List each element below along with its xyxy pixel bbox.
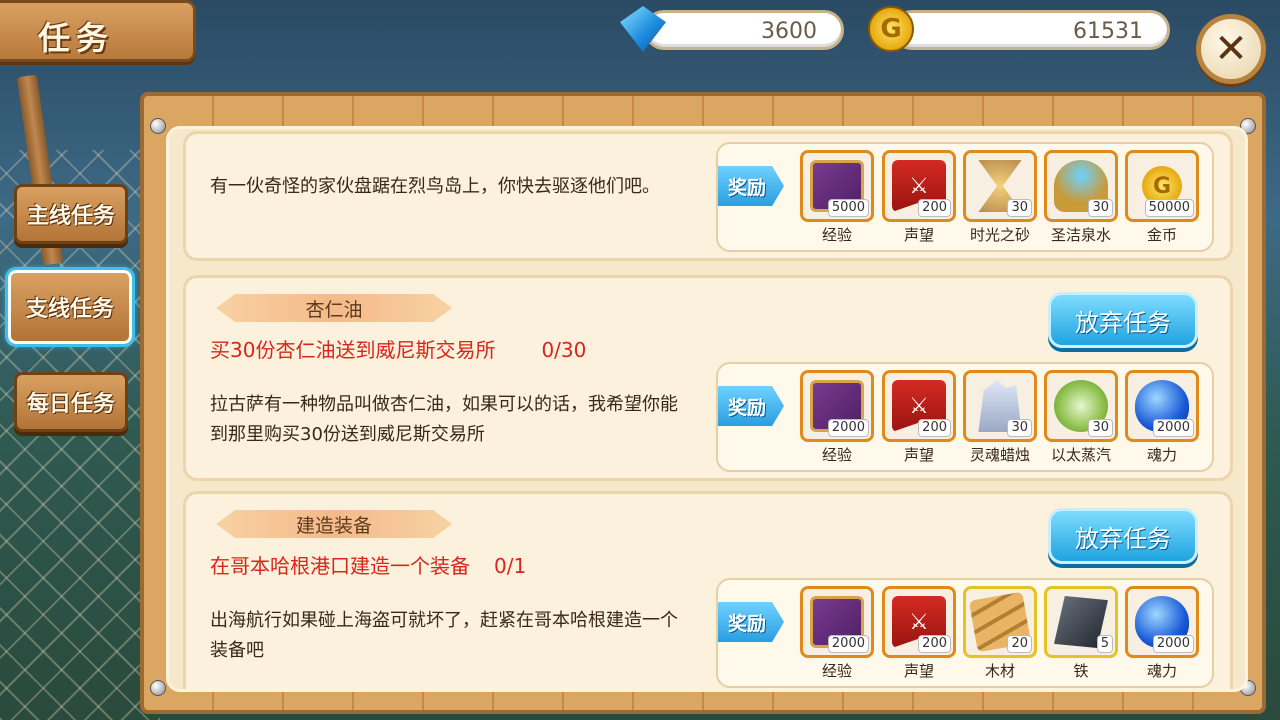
reward-item[interactable]: 5铁: [1044, 586, 1118, 681]
reward-name: 声望: [903, 662, 934, 680]
quest-description: 有一伙奇怪的家伙盘踞在烈鸟岛上，你快去驱逐他们吧。: [210, 176, 660, 197]
reward-name: 圣洁泉水: [1050, 226, 1111, 244]
reward-qty: 30: [1088, 419, 1113, 437]
quest-name: 建造装备: [295, 514, 372, 537]
reward-item[interactable]: ⚔ 200 声望: [882, 370, 956, 465]
gem-counter: 3600: [644, 10, 844, 50]
quest-objective-line: 在哥本哈根港口建造一个装备 0/1: [210, 550, 526, 579]
reward-label: 奖励: [727, 176, 766, 199]
reward-qty: 5: [1096, 635, 1113, 653]
reward-item[interactable]: 2000 魂力: [1125, 586, 1199, 681]
reward-tag: 奖励: [718, 602, 784, 642]
reward-item[interactable]: 2000 经验: [800, 370, 874, 465]
gem-amount: 3600: [761, 19, 817, 44]
page-title: 任务: [38, 19, 115, 57]
abandon-quest-button[interactable]: 放弃任务: [1048, 292, 1198, 348]
quest-panel-frame: 有一伙奇怪的家伙盘踞在烈鸟岛上，你快去驱逐他们吧。 奖励 5000 经验 ⚔ 200…: [140, 92, 1266, 714]
reward-item[interactable]: 30 时光之砂: [963, 150, 1037, 245]
close-button[interactable]: ✕: [1196, 14, 1266, 84]
reward-qty: 30: [1007, 419, 1032, 437]
reward-label: 奖励: [727, 612, 766, 635]
reward-qty: 200: [918, 419, 951, 437]
reward-qty: 2000: [1152, 419, 1194, 437]
reward-item[interactable]: 30 圣洁泉水: [1044, 150, 1118, 245]
quest-list[interactable]: 有一伙奇怪的家伙盘踞在烈鸟岛上，你快去驱逐他们吧。 奖励 5000 经验 ⚔ 200…: [166, 126, 1248, 692]
reward-name: 魂力: [1146, 446, 1177, 464]
reward-item[interactable]: ⚔ 200 声望: [882, 150, 956, 245]
reward-item[interactable]: 2000 经验: [800, 586, 874, 681]
quest-objective: 在哥本哈根港口建造一个装备: [210, 554, 470, 578]
reward-box: 奖励 2000 经验 ⚔ 200 声望 30 灵魂蜡烛 30 以太蒸汽 2000 魂力: [716, 362, 1214, 472]
reward-box: 奖励 5000 经验 ⚔ 200 声望 30 时光之砂 30 圣洁泉水 G 50000 金币: [716, 142, 1214, 252]
gold-counter: 61531: [892, 10, 1170, 50]
abandon-quest-button[interactable]: 放弃任务: [1048, 508, 1198, 564]
quest-name-ribbon: 建造装备: [216, 510, 452, 538]
reward-name: 经验: [821, 226, 852, 244]
tab-label: 每日任务: [26, 392, 115, 417]
reward-name: 金币: [1146, 226, 1177, 244]
reward-qty: 5000: [827, 199, 869, 217]
reward-qty: 50000: [1144, 199, 1194, 217]
reward-tag: 奖励: [718, 386, 784, 426]
rivet-decoration: [150, 118, 166, 134]
reward-name: 声望: [903, 446, 934, 464]
reward-item[interactable]: 5000 经验: [800, 150, 874, 245]
quest-card: 杏仁油 买30份杏仁油送到威尼斯交易所 0/30 放弃任务 拉古萨有一种物品叫做杏…: [183, 275, 1233, 481]
tab-daily-quests[interactable]: 每日任务: [14, 372, 128, 432]
quest-description: 拉古萨有一种物品叫做杏仁油，如果可以的话，我希望你能到那里购买30份送到威尼斯交…: [210, 394, 678, 445]
reward-qty: 30: [1007, 199, 1032, 217]
reward-qty: 2000: [827, 419, 869, 437]
reward-box: 奖励 2000 经验 ⚔ 200 声望 20 木材 5铁 2000 魂力: [716, 578, 1214, 688]
reward-item[interactable]: 30 灵魂蜡烛: [963, 370, 1037, 465]
tab-label: 支线任务: [25, 297, 114, 322]
quest-objective-line: 买30份杏仁油送到威尼斯交易所 0/30: [210, 334, 586, 363]
quest-name: 杏仁油: [305, 298, 363, 321]
gold-coin-icon: G: [868, 6, 914, 52]
quest-progress: 0/1: [494, 554, 527, 578]
reward-tag: 奖励: [718, 166, 784, 206]
reward-qty: 20: [1007, 635, 1032, 653]
quest-name-ribbon: 杏仁油: [216, 294, 452, 322]
quest-objective: 买30份杏仁油送到威尼斯交易所: [210, 338, 496, 362]
reward-qty: 30: [1088, 199, 1113, 217]
reward-item[interactable]: G 50000 金币: [1125, 150, 1199, 245]
reward-name: 声望: [903, 226, 934, 244]
reward-item[interactable]: ⚔ 200 声望: [882, 586, 956, 681]
reward-name: 经验: [821, 446, 852, 464]
reward-label: 奖励: [727, 396, 766, 419]
gold-amount: 61531: [1073, 19, 1143, 44]
reward-item[interactable]: 20 木材: [963, 586, 1037, 681]
reward-name: 铁: [1073, 662, 1089, 680]
quest-card: 有一伙奇怪的家伙盘踞在烈鸟岛上，你快去驱逐他们吧。 奖励 5000 经验 ⚔ 200…: [183, 131, 1233, 261]
reward-name: 木材: [984, 662, 1015, 680]
reward-name: 以太蒸汽: [1050, 446, 1111, 464]
reward-name: 经验: [821, 662, 852, 680]
reward-qty: 200: [918, 635, 951, 653]
reward-qty: 2000: [1152, 635, 1194, 653]
quest-progress: 0/30: [541, 338, 587, 362]
quest-description: 出海航行如果碰上海盗可就坏了，赶紧在哥本哈根建造一个装备吧: [210, 610, 678, 661]
quest-card: 建造装备 在哥本哈根港口建造一个装备 0/1 放弃任务 出海航行如果碰上海盗可就坏…: [183, 491, 1233, 689]
rivet-decoration: [150, 680, 166, 696]
tab-label: 主线任务: [26, 204, 115, 229]
tab-main-quests[interactable]: 主线任务: [14, 184, 128, 244]
reward-qty: 2000: [827, 635, 869, 653]
reward-item[interactable]: 30 以太蒸汽: [1044, 370, 1118, 465]
title-plank: 任务: [0, 0, 196, 62]
reward-name: 魂力: [1146, 662, 1177, 680]
reward-name: 灵魂蜡烛: [969, 446, 1030, 464]
tab-side-quests[interactable]: 支线任务: [5, 267, 135, 347]
reward-name: 时光之砂: [969, 226, 1030, 244]
reward-qty: 200: [918, 199, 951, 217]
reward-item[interactable]: 2000 魂力: [1125, 370, 1199, 465]
